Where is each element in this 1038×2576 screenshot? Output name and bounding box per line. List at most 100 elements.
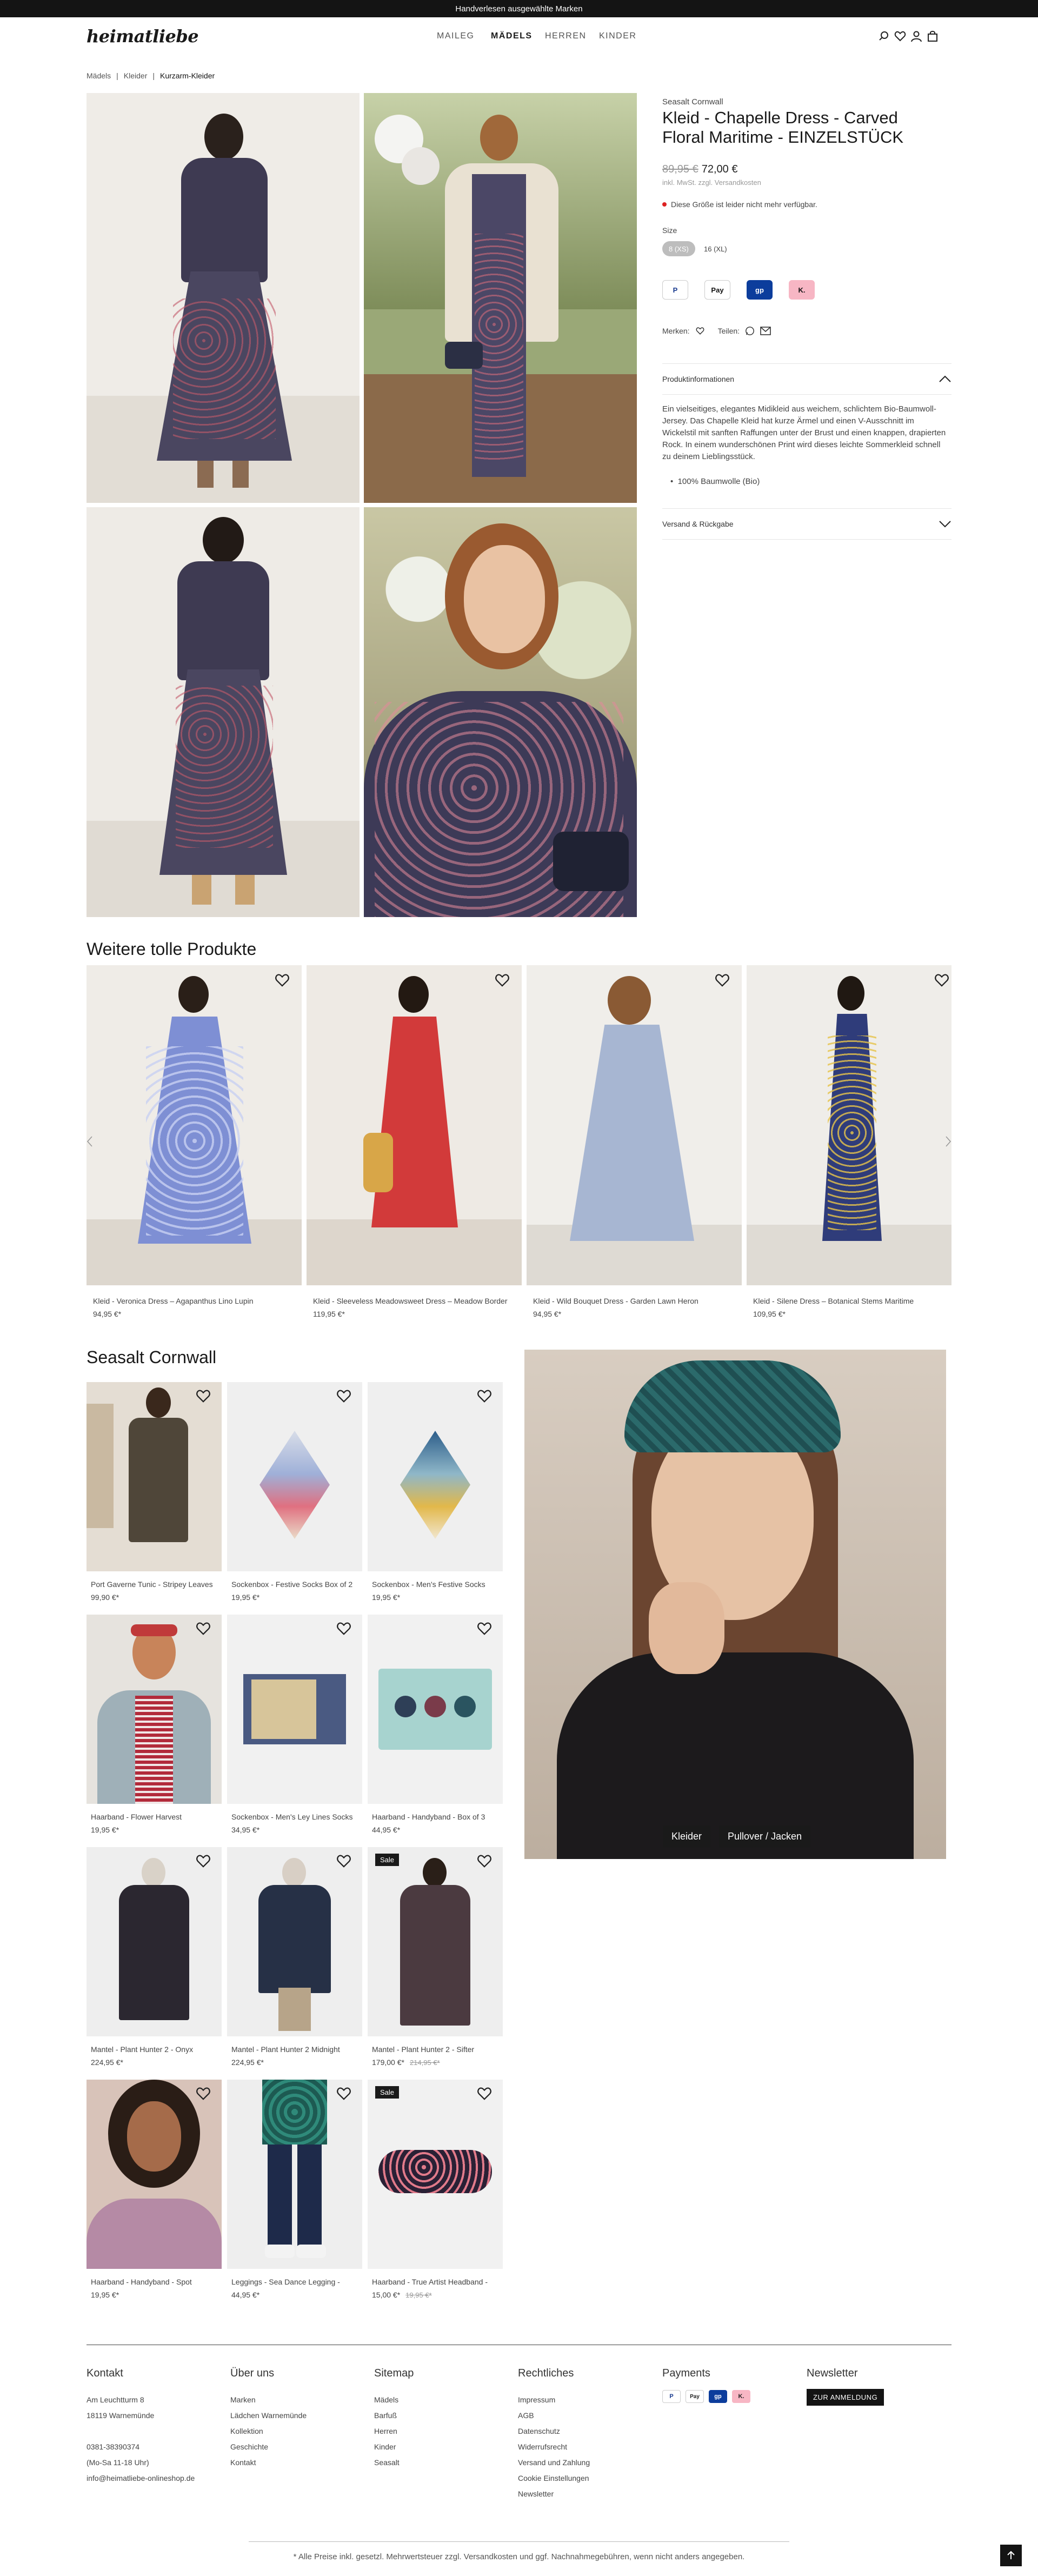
brand-card-title[interactable]: Port Gaverne Tunic - Stripey Leaves — [91, 1580, 213, 1589]
brand-card-title[interactable]: Haarband - True Artist Headband - — [372, 2278, 488, 2286]
rec-image-2[interactable] — [307, 965, 522, 1285]
footer-link[interactable]: Versand und Zahlung — [518, 2455, 590, 2471]
site-logo[interactable]: heimatliebe — [86, 26, 199, 47]
footer-link[interactable]: Mädels — [374, 2392, 400, 2408]
wishlist-heart-icon[interactable] — [336, 2086, 351, 2101]
whatsapp-icon[interactable] — [745, 326, 755, 336]
breadcrumb-item[interactable]: Mädels — [86, 71, 111, 80]
brand-image-leggings[interactable] — [227, 2080, 362, 2269]
footer-link[interactable]: Barfuß — [374, 2408, 400, 2424]
wishlist-heart-icon[interactable] — [196, 1389, 211, 1404]
footer-link[interactable]: Widerrufsrecht — [518, 2439, 590, 2455]
size-option-xs[interactable]: 8 (XS) — [662, 241, 695, 256]
wishlist-heart-icon[interactable] — [196, 1854, 211, 1869]
wishlist-heart-icon[interactable] — [477, 1621, 492, 1636]
brand-card-price-row: 15,00 €* 19,95 €* — [372, 2290, 432, 2299]
footer-link[interactable]: AGB — [518, 2408, 590, 2424]
footer-link[interactable]: Cookie Einstellungen — [518, 2471, 590, 2486]
wishlist-heart-icon[interactable] — [715, 973, 730, 988]
footer-link[interactable]: Newsletter — [518, 2486, 590, 2502]
wishlist-heart-icon[interactable] — [196, 2086, 211, 2101]
wishlist-heart-icon[interactable] — [695, 327, 705, 335]
footer-link[interactable]: Herren — [374, 2424, 400, 2439]
wishlist-heart-icon[interactable] — [934, 973, 949, 988]
wishlist-heart-icon[interactable] — [336, 1621, 351, 1636]
carousel-prev-icon[interactable] — [86, 1136, 93, 1147]
accordion-shipping[interactable]: Versand & Rückgabe — [662, 509, 952, 539]
brand-card-title[interactable]: Leggings - Sea Dance Legging - — [231, 2278, 340, 2286]
newsletter-signup-button[interactable]: ZUR ANMELDUNG — [807, 2389, 884, 2406]
brand-image-coat-onyx[interactable] — [86, 1847, 222, 2036]
footer-link[interactable]: Kontakt — [230, 2455, 307, 2471]
brand-image-coat-midnight[interactable] — [227, 1847, 362, 2036]
brand-card-price: 19,95 €* — [91, 2290, 119, 2299]
product-image-garden[interactable] — [364, 93, 637, 503]
brand-image-hairband[interactable] — [86, 1615, 222, 1804]
brand-card-title[interactable]: Haarband - Handyband - Box of 3 — [372, 1813, 485, 1821]
footer-link[interactable]: Kollektion — [230, 2424, 307, 2439]
footer-link[interactable]: Seasalt — [374, 2455, 400, 2471]
nav-maileg[interactable]: MAILEG — [437, 31, 474, 41]
carousel-next-icon[interactable] — [945, 1136, 952, 1147]
product-image-portrait[interactable] — [364, 507, 637, 917]
mail-icon[interactable] — [760, 327, 771, 335]
rec-card-title[interactable]: Kleid - Silene Dress – Botanical Stems M… — [753, 1297, 952, 1305]
wishlist-heart-icon[interactable] — [477, 2086, 492, 2101]
rec-card-title[interactable]: Kleid - Wild Bouquet Dress - Garden Lawn… — [533, 1297, 738, 1305]
footer-link[interactable]: Kinder — [374, 2439, 400, 2455]
brand-card-title[interactable]: Haarband - Handyband - Spot — [91, 2278, 192, 2286]
rec-card-title[interactable]: Kleid - Sleeveless Meadowsweet Dress – M… — [313, 1297, 518, 1305]
brand-image-coat-sifter[interactable] — [368, 1847, 503, 2036]
heart-icon[interactable] — [894, 30, 906, 42]
footer-link[interactable]: Datenschutz — [518, 2424, 590, 2439]
footer-link[interactable]: Impressum — [518, 2392, 590, 2408]
wishlist-heart-icon[interactable] — [336, 1854, 351, 1869]
rec-card-price: 94,95 €* — [533, 1310, 562, 1318]
brand-image-handyband-box[interactable] — [368, 1615, 503, 1804]
bag-icon[interactable] — [927, 30, 939, 42]
wishlist-heart-icon[interactable] — [196, 1621, 211, 1636]
brand-image-socks-box[interactable] — [227, 1382, 362, 1571]
brand-card-title[interactable]: Haarband - Flower Harvest — [91, 1813, 182, 1821]
wishlist-heart-icon[interactable] — [275, 973, 290, 988]
wishlist-heart-icon[interactable] — [477, 1389, 492, 1404]
brand-card-title[interactable]: Sockenbox - Men's Festive Socks — [372, 1580, 485, 1589]
nav-herren[interactable]: HERREN — [545, 31, 587, 41]
email-link[interactable]: info@heimatliebe-onlineshop.de — [86, 2471, 195, 2486]
size-option-xl[interactable]: 16 (XL) — [697, 241, 734, 256]
brand-card-title[interactable]: Sockenbox - Men's Ley Lines Socks — [231, 1813, 352, 1821]
footer-link[interactable]: Lädchen Warnemünde — [230, 2408, 307, 2424]
brand-image-mens-socks[interactable] — [368, 1382, 503, 1571]
brand-card-title[interactable]: Mantel - Plant Hunter 2 - Onyx — [91, 2045, 193, 2054]
wishlist-heart-icon[interactable] — [495, 973, 510, 988]
share-label: Teilen: — [717, 327, 740, 335]
accordion-product-info[interactable]: Produktinformationen — [662, 364, 952, 394]
rec-card-title[interactable]: Kleid - Veronica Dress – Agapanthus Lino… — [93, 1297, 298, 1305]
product-image-back[interactable] — [86, 507, 360, 917]
brand-image-socks-box-2[interactable] — [227, 1615, 362, 1804]
rec-image-4[interactable] — [747, 965, 952, 1285]
brand-image-headband[interactable] — [368, 2080, 503, 2269]
nav-kinder[interactable]: KINDER — [599, 31, 636, 41]
footer-link[interactable]: Marken — [230, 2392, 307, 2408]
footer-link[interactable]: Geschichte — [230, 2439, 307, 2455]
nav-maedels[interactable]: MÄDELS — [491, 31, 533, 41]
product-image-front[interactable] — [86, 93, 360, 503]
feature-button-kleider[interactable]: Kleider — [663, 1825, 711, 1848]
breadcrumb-item[interactable]: Kleider — [124, 71, 148, 80]
rec-image-1[interactable] — [86, 965, 302, 1285]
brand-card-title[interactable]: Sockenbox - Festive Socks Box of 2 — [231, 1580, 352, 1589]
rec-image-3[interactable] — [527, 965, 742, 1285]
wishlist-heart-icon[interactable] — [477, 1854, 492, 1869]
user-icon[interactable] — [910, 30, 922, 42]
brand-card-title[interactable]: Mantel - Plant Hunter 2 Midnight — [231, 2045, 340, 2054]
scroll-to-top-button[interactable] — [1000, 2545, 1022, 2566]
phone[interactable]: 0381-38390374 — [86, 2439, 195, 2455]
search-icon[interactable] — [878, 30, 890, 42]
brand-image-tunic[interactable] — [86, 1382, 222, 1571]
wishlist-heart-icon[interactable] — [336, 1389, 351, 1404]
brand-image-handyband-spot[interactable] — [86, 2080, 222, 2269]
feature-button-pullover[interactable]: Pullover / Jacken — [719, 1825, 811, 1848]
brand-card-title[interactable]: Mantel - Plant Hunter 2 - Sifter — [372, 2045, 474, 2054]
product-brand[interactable]: Seasalt Cornwall — [662, 97, 723, 107]
